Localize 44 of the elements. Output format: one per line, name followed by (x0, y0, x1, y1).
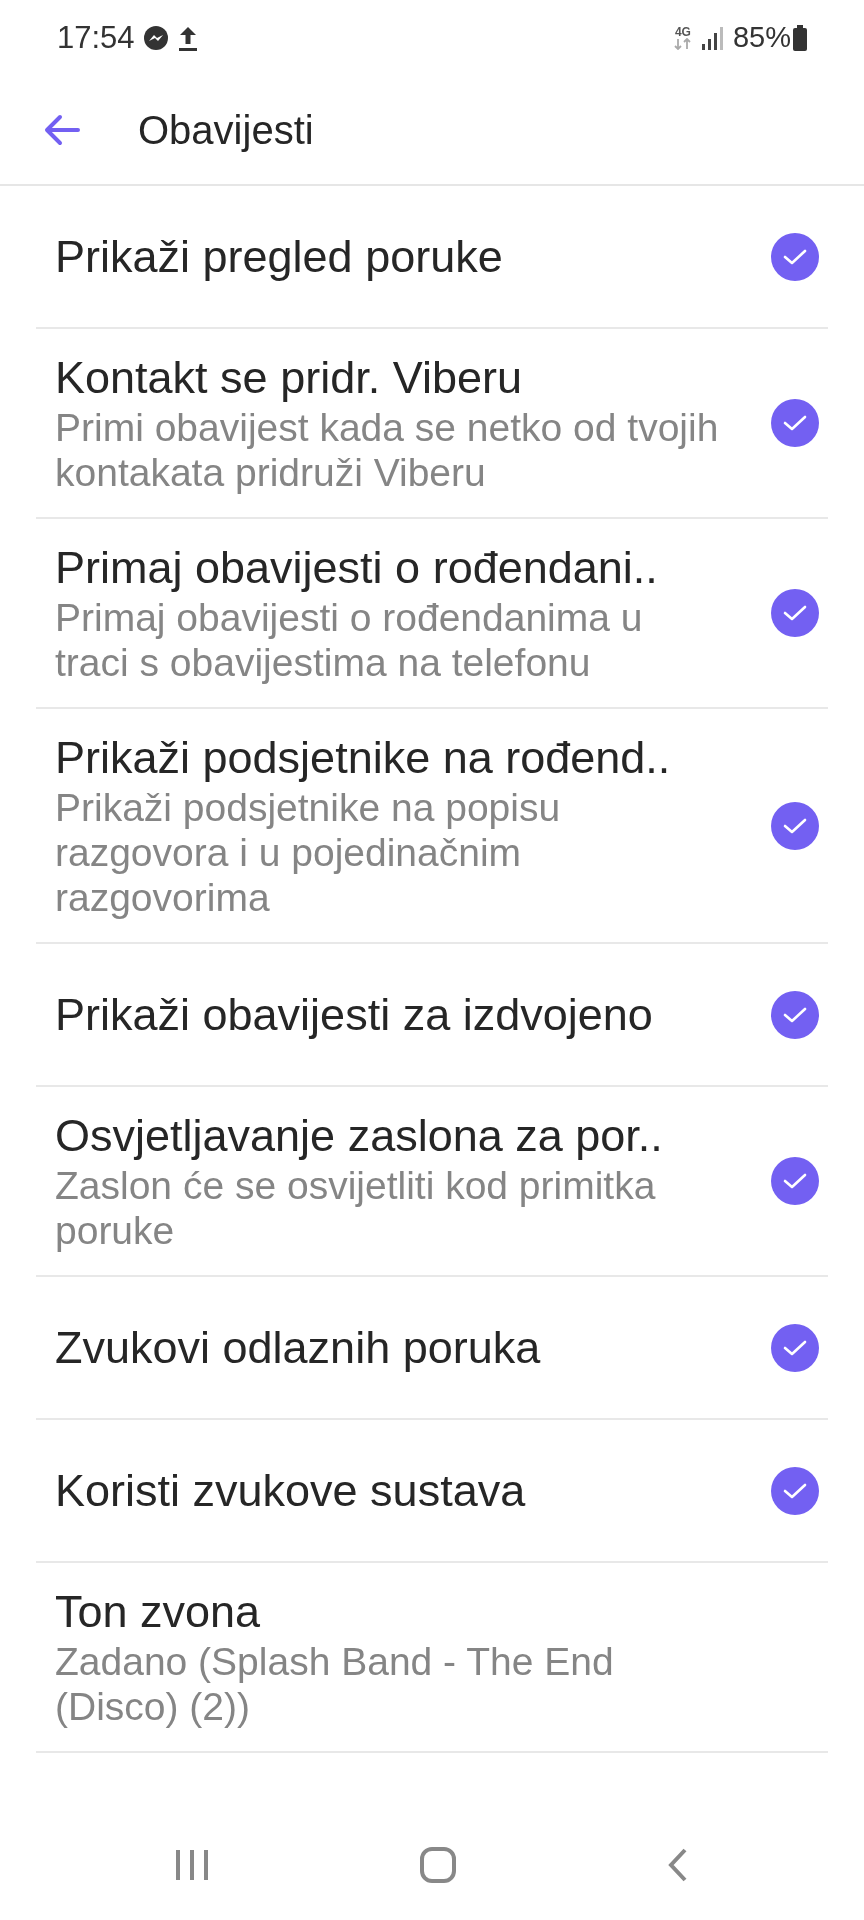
messenger-icon (142, 25, 169, 51)
checkbox[interactable] (771, 399, 819, 447)
settings-row[interactable]: Koristi zvukove sustava (36, 1420, 828, 1563)
setting-title: Koristi zvukove sustava (55, 1463, 526, 1518)
upload-icon (176, 24, 199, 52)
checkbox[interactable] (771, 589, 819, 637)
setting-description: Primi obavijest kada se netko od tvojih kontakata pridruži Viberu (55, 405, 720, 495)
settings-row[interactable]: Prikaži podsjetnike na rođend.. Prikaži podsjetnike na popisu razgovora i u pojedinačnim razgovorima (36, 709, 828, 944)
settings-row[interactable]: Kontakt se pridr. Viberu Primi obavijest kada se netko od tvojih kontakata pridruži Viberu (36, 329, 828, 519)
checkbox[interactable] (771, 1466, 819, 1515)
settings-row[interactable]: Osvjetljavanje zaslona za por.. Zaslon će se osvijetliti kod primitka poruke (36, 1087, 828, 1277)
setting-title: Prikaži obavijesti za izdvojeno (55, 987, 653, 1042)
screen-title: Obavijesti (138, 107, 314, 154)
recent-apps-button[interactable] (174, 1848, 211, 1882)
network-indicator: 4G (672, 26, 693, 50)
setting-title: Zvukovi odlaznih poruka (55, 1320, 541, 1375)
setting-description: Primaj obavijesti o rođendanima u traci s obavijestima na telefonu (55, 595, 644, 685)
setting-title: Ton zvona (55, 1585, 262, 1639)
settings-row[interactable]: Prikaži pregled poruke (36, 186, 828, 329)
status-time: 17:54 (57, 18, 135, 57)
battery-level: 85% (732, 20, 791, 56)
setting-title: Prikaži podsjetnike na rođend.. (55, 731, 672, 785)
settings-row[interactable]: Prikaži obavijesti za izdvojeno (36, 944, 828, 1087)
settings-row[interactable]: Ton zvona Zadano (Splash Band - The End (Disco) (2)) (36, 1563, 828, 1753)
settings-row[interactable]: Primaj obavijesti o rođendani.. Primaj obavijesti o rođendanima u traci s obavijestima na telefonu (36, 519, 828, 709)
checkbox[interactable] (771, 801, 819, 850)
setting-description: Zadano (Splash Band - The End (Disco) (2)) (55, 1639, 615, 1729)
setting-description: Zaslon će se osvijetliti kod primitka poruke (55, 1163, 657, 1253)
checkbox[interactable] (771, 1157, 819, 1205)
setting-title: Osvjetljavanje zaslona za por.. (55, 1109, 664, 1163)
settings-row[interactable]: Zvukovi odlaznih poruka (36, 1277, 828, 1420)
home-button[interactable] (419, 1846, 457, 1884)
setting-title: Primaj obavijesti o rođendani.. (55, 541, 659, 595)
setting-title: Prikaži pregled poruke (55, 229, 503, 284)
checkbox[interactable] (771, 232, 819, 281)
battery-icon (793, 25, 807, 51)
checkbox[interactable] (771, 990, 819, 1039)
check-icon (782, 413, 808, 433)
signal-icon (700, 25, 725, 51)
setting-description: Prikaži podsjetnike na popisu razgovora i u pojedinačnim razgovorima (55, 785, 562, 920)
checkbox[interactable] (771, 1323, 819, 1372)
check-icon (782, 603, 808, 623)
check-icon (782, 1171, 808, 1191)
setting-title: Kontakt se pridr. Viberu (55, 351, 523, 405)
